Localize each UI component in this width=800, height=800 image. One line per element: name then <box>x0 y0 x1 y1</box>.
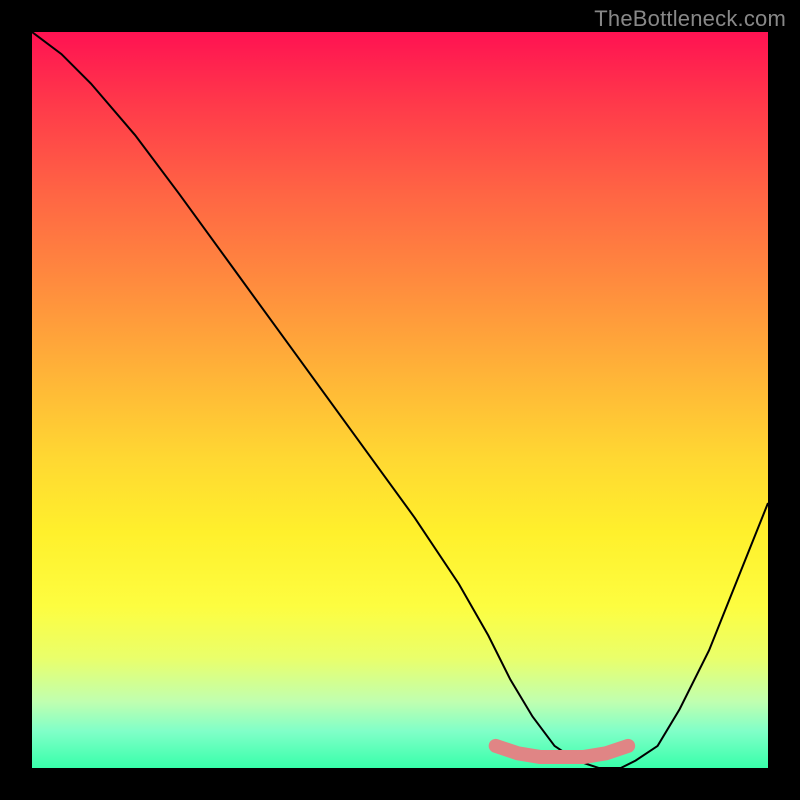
bottleneck-curve-path <box>32 32 768 768</box>
highlight-band-path <box>496 746 628 757</box>
chart-svg <box>32 32 768 768</box>
chart-plot-area <box>32 32 768 768</box>
watermark-text: TheBottleneck.com <box>594 6 786 32</box>
